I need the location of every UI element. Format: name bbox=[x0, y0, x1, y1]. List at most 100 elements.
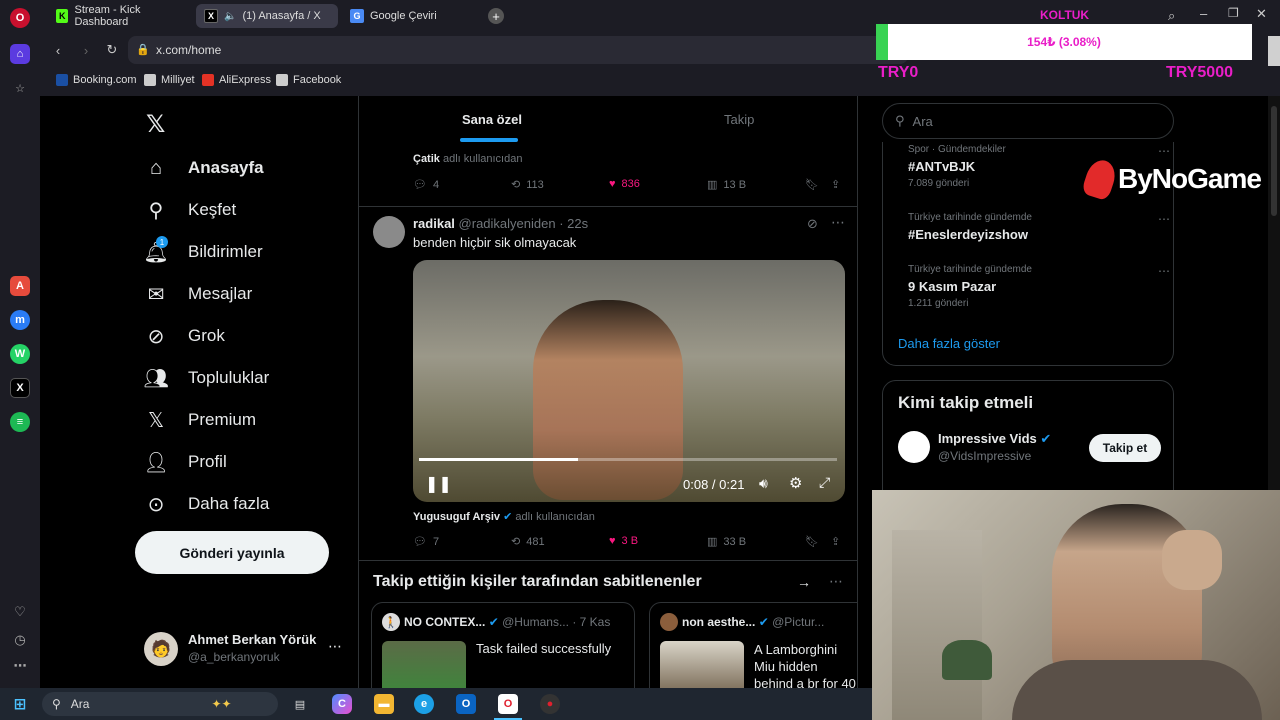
tab-google-translate[interactable]: G Google Çeviri bbox=[342, 4, 482, 28]
more-icon[interactable]: ⋯ bbox=[10, 656, 30, 676]
bookmark-button[interactable]: 🔖︎ bbox=[805, 178, 819, 191]
pinned-section-title: Takip ettiğin kişiler tarafından sabitle… bbox=[373, 573, 702, 590]
tab-title: (1) Anasayfa / X bbox=[242, 10, 321, 22]
nav-grok[interactable]: ⊘ Grok bbox=[144, 316, 225, 356]
back-button[interactable]: ‹ bbox=[48, 40, 68, 60]
repost-button[interactable]: ⟲ 481 bbox=[511, 535, 545, 549]
nav-communities[interactable]: 👥︎ Topluluklar bbox=[143, 358, 269, 398]
views-button[interactable]: ▥ 33 B bbox=[707, 535, 746, 549]
spotify-icon[interactable]: ≡ bbox=[10, 412, 30, 432]
star-icon[interactable]: ☆ bbox=[10, 78, 30, 98]
tweet-author-name[interactable]: radikal bbox=[413, 216, 455, 231]
goal-min-label: TRY0 bbox=[878, 64, 919, 81]
nav-profile[interactable]: 👤︎ Profil bbox=[143, 442, 226, 482]
opera-icon[interactable]: O bbox=[10, 8, 30, 28]
bookmark-button[interactable]: 🔖︎ bbox=[805, 535, 819, 548]
reply-button[interactable]: 💬︎ 4 bbox=[413, 178, 439, 192]
more-icon[interactable]: ⋯ bbox=[1158, 264, 1170, 278]
repost-icon: ⟲ bbox=[511, 179, 521, 191]
gear-icon[interactable]: ⚙ bbox=[789, 474, 802, 492]
repost-button[interactable]: ⟲ 113 bbox=[511, 178, 544, 192]
trend-item[interactable]: Türkiye tarihinde gündemde 9 Kasım Pazar… bbox=[908, 264, 1178, 309]
outlook-icon[interactable]: O bbox=[456, 694, 476, 714]
opera-gx-icon[interactable]: ● bbox=[540, 694, 560, 714]
scrollbar-thumb[interactable] bbox=[1271, 106, 1277, 216]
bookmark-facebook[interactable]: Facebook bbox=[276, 74, 341, 86]
clock-icon[interactable]: ◷ bbox=[10, 630, 30, 650]
views-button[interactable]: ▥ 13 B bbox=[707, 178, 746, 192]
reload-button[interactable]: ↻ bbox=[102, 40, 122, 60]
video-player[interactable]: ❚❚ 0:08 / 0:21 🔊︎ ⚙ ⤢ bbox=[413, 260, 845, 502]
home-icon[interactable]: ⌂ bbox=[10, 44, 30, 64]
tab-following[interactable]: Takip bbox=[724, 112, 754, 127]
nav-explore[interactable]: ⚲ Keşfet bbox=[144, 190, 237, 230]
forward-button[interactable]: › bbox=[76, 40, 96, 60]
like-button[interactable]: ♥ 3 B bbox=[609, 535, 638, 547]
bookmark-booking[interactable]: Booking.com bbox=[56, 74, 137, 86]
more-icon[interactable]: ⋯ bbox=[829, 573, 843, 590]
tab-kick[interactable]: K Stream - Kick Dashboard bbox=[48, 4, 192, 28]
trend-item[interactable]: Türkiye tarihinde gündemde #Eneslerdeyiz… bbox=[908, 212, 1178, 242]
tab-for-you[interactable]: Sana özel bbox=[462, 112, 522, 127]
minimize-button[interactable]: – bbox=[1200, 6, 1207, 21]
url-field[interactable]: 🔒 x.com/home bbox=[128, 36, 908, 64]
opera-icon[interactable]: O bbox=[498, 694, 518, 714]
nav-more[interactable]: ⊙ Daha fazla bbox=[144, 484, 270, 524]
grok-icon[interactable]: ⊘ bbox=[807, 216, 818, 232]
account-switcher[interactable]: 🧑 Ahmet Berkan Yörük @a_berkanyoruk ⋯ bbox=[144, 626, 344, 672]
file-explorer-icon[interactable]: ▬ bbox=[374, 694, 394, 714]
avatar[interactable] bbox=[898, 431, 930, 463]
nav-notifications[interactable]: 🔔︎ 1 Bildirimler bbox=[143, 232, 263, 272]
avatar[interactable] bbox=[373, 216, 405, 248]
follow-button[interactable]: Takip et bbox=[1089, 434, 1161, 462]
volume-icon[interactable]: 🔊︎ bbox=[759, 475, 768, 492]
post-button[interactable]: Gönderi yayınla bbox=[135, 531, 329, 574]
new-tab-button[interactable]: + bbox=[488, 8, 504, 24]
whatsapp-icon[interactable]: W bbox=[10, 344, 30, 364]
like-button[interactable]: ♥ 836 bbox=[609, 178, 640, 190]
more-icon[interactable]: ⋯ bbox=[831, 214, 845, 231]
show-more-link[interactable]: Daha fazla göster bbox=[898, 336, 1000, 351]
tab-x[interactable]: X 🔈 (1) Anasayfa / X bbox=[196, 4, 338, 28]
nav-messages[interactable]: ✉ Mesajlar bbox=[144, 274, 253, 314]
webcam-hand bbox=[1162, 530, 1222, 590]
tweet-author-handle[interactable]: @radikalyeniden bbox=[459, 216, 556, 231]
arrow-right-icon[interactable]: → bbox=[797, 574, 811, 590]
edge-icon[interactable]: e bbox=[414, 694, 434, 714]
more-icon[interactable]: ⋯ bbox=[1158, 212, 1170, 226]
tab-indicator bbox=[460, 138, 518, 142]
nav-premium[interactable]: 𝕏 Premium bbox=[144, 400, 256, 440]
webcam-feed bbox=[872, 490, 1280, 720]
windows-start-icon[interactable]: ⊞ bbox=[10, 694, 30, 714]
search-icon[interactable]: ⌕ bbox=[1168, 8, 1175, 24]
pause-icon[interactable]: ❚❚ bbox=[425, 474, 452, 494]
heart-icon[interactable]: ♡ bbox=[10, 602, 30, 622]
more-icon[interactable]: ⋯ bbox=[1158, 144, 1170, 158]
bookmark-aliexpress[interactable]: AliExpress bbox=[202, 74, 271, 86]
bookmark-milliyet[interactable]: Milliyet bbox=[144, 74, 195, 86]
speaker-icon[interactable]: 🔈 bbox=[224, 11, 236, 22]
more-icon[interactable]: ⋯ bbox=[328, 638, 342, 655]
share-button[interactable]: ⇪ bbox=[831, 178, 840, 191]
x-logo-icon[interactable]: 𝕏 bbox=[146, 110, 165, 139]
taskbar-search[interactable]: ⚲ Ara ✦✦ bbox=[42, 692, 278, 716]
suggest-name[interactable]: Impressive Vids ✔ bbox=[938, 431, 1051, 447]
nav-home[interactable]: ⌂ Anasayfa bbox=[144, 148, 264, 188]
copilot-icon[interactable]: C bbox=[332, 694, 352, 714]
video-scrubber[interactable] bbox=[419, 458, 837, 461]
bell-icon: 🔔︎ 1 bbox=[143, 236, 169, 264]
messenger-icon[interactable]: m bbox=[10, 310, 30, 330]
fullscreen-icon[interactable]: ⤢ bbox=[819, 474, 830, 491]
chart-icon: ▥ bbox=[707, 536, 718, 548]
maximize-button[interactable]: ❐ bbox=[1228, 6, 1239, 20]
reply-button[interactable]: 💬︎ 7 bbox=[413, 535, 439, 549]
close-button[interactable]: ✕ bbox=[1256, 6, 1267, 22]
pinned-card[interactable]: non aesthe... ✔ @Pictur... A Lamborghini… bbox=[649, 602, 857, 688]
share-button[interactable]: ⇪ bbox=[831, 535, 840, 548]
aria-icon[interactable]: A bbox=[10, 276, 30, 296]
search-input[interactable]: ⚲ Ara bbox=[882, 103, 1174, 139]
pinned-card[interactable]: 🚶 NO CONTEX... ✔ @Humans... · 7 Kas Task… bbox=[371, 602, 635, 688]
task-view-icon[interactable]: ▤ bbox=[290, 694, 310, 714]
x-icon[interactable]: X bbox=[10, 378, 30, 398]
tweet-time[interactable]: · 22s bbox=[559, 216, 588, 231]
